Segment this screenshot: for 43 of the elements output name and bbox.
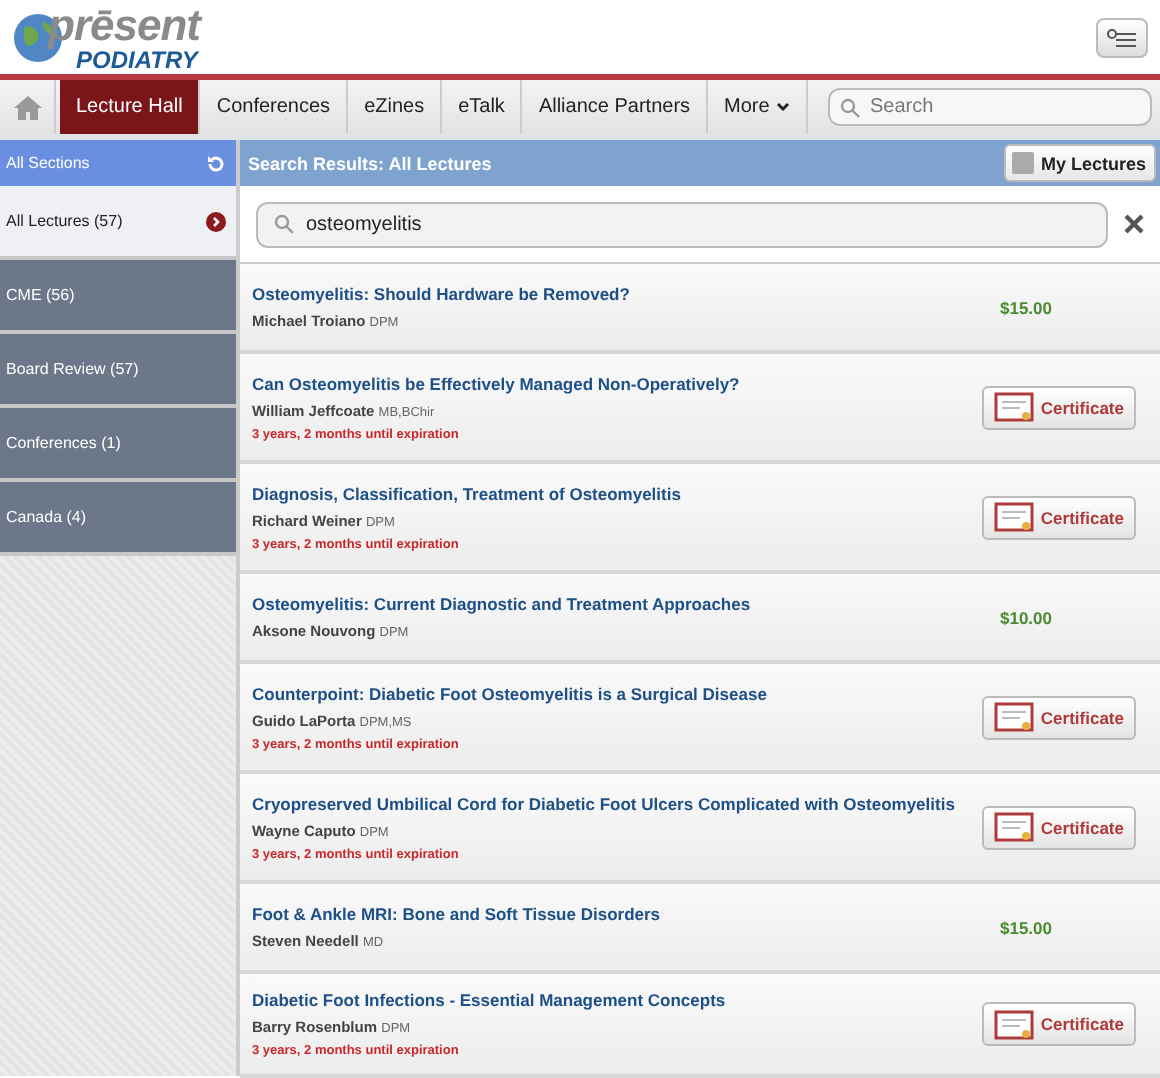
- certificate-button[interactable]: Certificate: [982, 695, 1136, 739]
- close-icon[interactable]: [1124, 214, 1144, 234]
- refresh-icon[interactable]: [206, 153, 226, 173]
- certificate-button[interactable]: Certificate: [982, 805, 1136, 849]
- results-title: Search Results: All Lectures: [248, 153, 492, 173]
- price: $15.00: [1000, 917, 1052, 937]
- sidebar-item[interactable]: Conferences (1): [0, 408, 236, 482]
- certificate-icon: [994, 1009, 1035, 1039]
- nav-tab[interactable]: eZines: [348, 80, 443, 134]
- certificate-button[interactable]: Certificate: [982, 1002, 1136, 1046]
- lecture-title[interactable]: Counterpoint: Diabetic Foot Osteomyelitis is a Surgical Disease: [252, 683, 767, 703]
- lecture-title[interactable]: Diagnosis, Classification, Treatment of Osteomyelitis: [252, 483, 681, 503]
- lecture-title[interactable]: Can Osteomyelitis be Effectively Managed Non-Operatively?: [252, 373, 740, 393]
- certificate-icon: [994, 702, 1035, 732]
- certificate-icon: [994, 392, 1035, 422]
- lecture-title[interactable]: Cryopreserved Umbilical Cord for Diabetic Foot Ulcers Complicated with Osteomyelitis: [252, 793, 955, 813]
- lecture-title[interactable]: Osteomyelitis: Should Hardware be Removed?: [252, 284, 630, 304]
- lecture-title[interactable]: Foot & Ankle MRI: Bone and Soft Tissue Disorders: [252, 904, 661, 924]
- sidebar-item[interactable]: Canada (4): [0, 482, 236, 556]
- nav-tab[interactable]: Alliance Partners: [522, 80, 709, 134]
- search-field[interactable]: osteomyelitis: [256, 201, 1108, 247]
- certificate-icon: [994, 502, 1035, 532]
- menu-button[interactable]: [1096, 17, 1148, 57]
- nav-tab[interactable]: eTalk: [442, 80, 523, 134]
- price: $10.00: [1000, 607, 1052, 627]
- certificate-button[interactable]: Certificate: [982, 495, 1136, 539]
- sidebar-item[interactable]: All Lectures (57): [0, 186, 236, 260]
- nav-tab[interactable]: More: [708, 80, 808, 134]
- home-icon: [13, 95, 41, 119]
- certificate-icon: [994, 812, 1035, 842]
- price: $15.00: [1000, 297, 1052, 317]
- search-field[interactable]: Search: [828, 88, 1152, 126]
- my-lectures-checkbox[interactable]: My Lectures: [1004, 144, 1156, 182]
- nav-tab[interactable]: Conferences: [200, 80, 349, 134]
- menu-icon: [1106, 27, 1138, 47]
- sidebar-item[interactable]: Board Review (57): [0, 334, 236, 408]
- sidebar-item[interactable]: CME (56): [0, 260, 236, 334]
- lecture-title[interactable]: Osteomyelitis: Current Diagnostic and Treatment Approaches: [252, 594, 751, 614]
- certificate-button[interactable]: Certificate: [982, 385, 1136, 429]
- sidebar-title: All Sections: [6, 154, 90, 172]
- logo-subtitle: PODIATRY: [76, 47, 200, 71]
- lecture-title[interactable]: Diabetic Foot Infections - Essential Management Concepts: [252, 990, 726, 1010]
- nav-tab[interactable]: Lecture Hall: [60, 80, 201, 134]
